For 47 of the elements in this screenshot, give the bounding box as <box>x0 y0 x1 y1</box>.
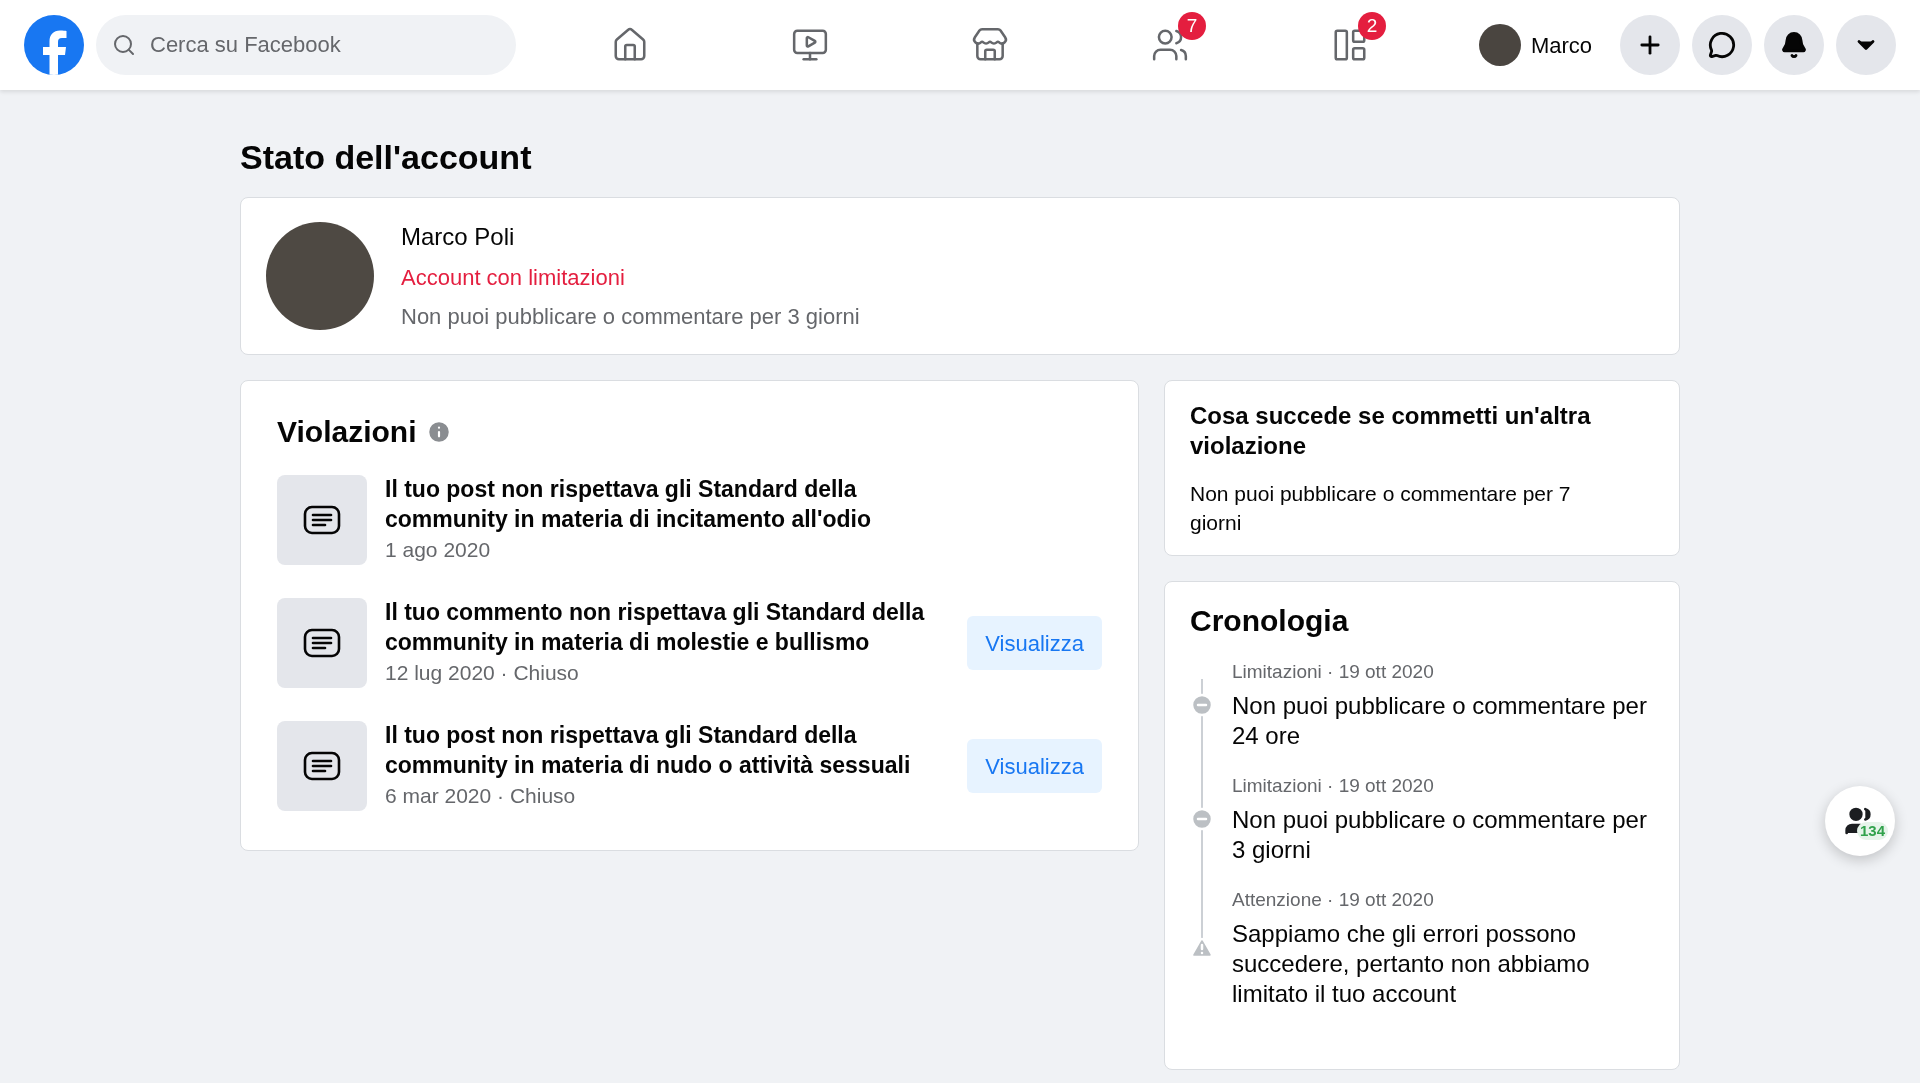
view-button[interactable]: Visualizza <box>967 739 1102 793</box>
restriction-icon <box>1190 693 1214 717</box>
card-title: Cosa succede se commetti un'altra violazione <box>1190 401 1592 461</box>
notifications-icon <box>1780 31 1808 59</box>
card-text: Non puoi pubblicare o commentare per 7 giorni <box>1190 481 1572 536</box>
restriction-text: Non puoi pubblicare o commentare per 3 giorni <box>401 303 860 331</box>
create-button[interactable] <box>1620 15 1680 75</box>
note-icon <box>303 505 341 535</box>
search-field[interactable]: Cerca su Facebook <box>96 15 516 75</box>
search-icon <box>112 33 136 57</box>
notification-badge: 7 <box>1178 12 1206 40</box>
note-icon <box>303 628 341 658</box>
section-title: Cronologia <box>1190 603 1350 639</box>
logo-icon[interactable] <box>24 15 84 75</box>
panels-icon <box>1331 26 1369 64</box>
violation-date: 1 ago 2020 <box>385 537 492 563</box>
violation-text: Il tuo post non rispettava gli Standard della community in materia di incitamento all'odio <box>385 475 872 534</box>
timeline-meta: Limitazioni · 19 ott 2020 <box>1232 774 1435 798</box>
profile-link[interactable]: Marco <box>1474 20 1608 70</box>
violation-text: Il tuo commento non rispettava gli Standard della community in materia di molestie e bullismo <box>385 598 926 657</box>
view-button[interactable]: Visualizza <box>967 616 1102 670</box>
home-icon <box>611 26 649 64</box>
contacts-button[interactable]: 134 <box>1825 786 1895 856</box>
nav-tab[interactable]: 2 <box>1296 10 1404 80</box>
note-icon <box>303 751 341 781</box>
chat-bubble-icon <box>1708 31 1736 59</box>
violation-text: Il tuo post non rispettava gli Standard della community in materia di nudo o attività sessuali <box>385 721 912 780</box>
count-badge: 134 <box>1857 822 1889 840</box>
account-status: Account con limitazioni <box>401 264 626 292</box>
store-icon <box>971 26 1009 64</box>
nav-tab[interactable]: 7 <box>1116 10 1224 80</box>
section-title: Violazioni <box>277 414 417 450</box>
violation-date: 6 mar 2020 · Chiuso <box>385 783 577 809</box>
timeline-meta: Limitazioni · 19 ott 2020 <box>1232 660 1435 684</box>
timeline-text: Sappiamo che gli errori possono succedere, pertanto non abbiamo limitato il tuo account <box>1232 919 1591 1009</box>
page-title: Stato dell'account <box>240 137 533 178</box>
profile-name: Marco Poli <box>401 222 516 252</box>
account-menu-button[interactable] <box>1836 15 1896 75</box>
avatar <box>1478 24 1521 66</box>
messenger-button[interactable] <box>1692 15 1752 75</box>
restriction-icon <box>1190 807 1214 831</box>
timeline-text: Non puoi pubblicare o commentare per 3 giorni <box>1232 805 1648 865</box>
violation-date: 12 lug 2020 · Chiuso <box>385 660 580 686</box>
timeline-text: Non puoi pubblicare o commentare per 24 ore <box>1232 691 1648 751</box>
notification-badge: 2 <box>1358 12 1386 40</box>
timeline-meta: Attenzione · 19 ott 2020 <box>1232 888 1435 912</box>
video-icon <box>791 26 829 64</box>
